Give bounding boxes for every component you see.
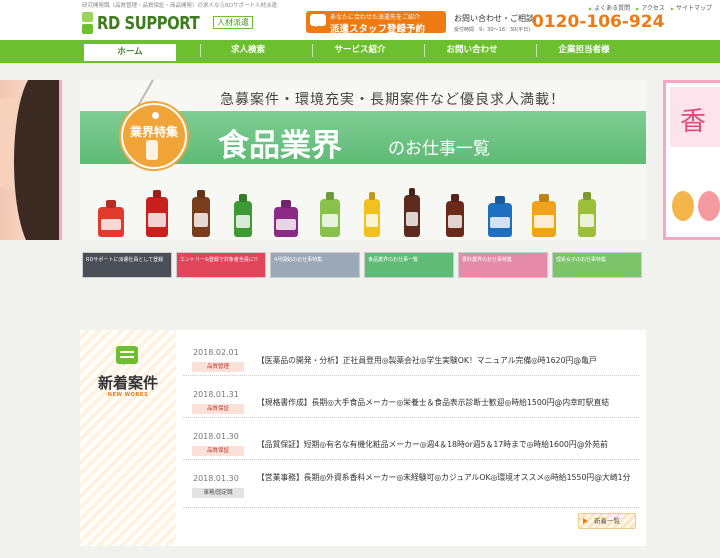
banner-text: 理系女子のお仕事特集 <box>556 257 607 263</box>
nav-home[interactable]: ホーム <box>82 42 178 61</box>
sitemap-link[interactable]: サイトマップ <box>671 3 712 12</box>
nav-divider <box>0 61 720 63</box>
job-category-badge: 事務/固定職 <box>192 488 244 498</box>
registration-label: 派遣スタッフ登録予約 <box>330 24 426 35</box>
bottle-icon <box>146 140 158 160</box>
new-works-title: 新着案件 <box>97 374 158 392</box>
site-logo[interactable]: RD SUPPORT <box>82 11 222 35</box>
more-news-button[interactable]: 新着一覧 <box>578 513 636 529</box>
nav-job-search[interactable]: 求人検索 <box>200 40 296 61</box>
hero-subtitle: のお仕事一覧 <box>388 139 490 159</box>
chat-bubble-icon <box>310 14 326 27</box>
logo-badge: 人材派遣 <box>213 16 253 29</box>
bottle-icon <box>404 195 420 237</box>
job-title[interactable]: 【規格書作成】長期◎大手食品メーカー◎栄養士＆食品表示診断士歓迎◎時給1500円… <box>257 396 637 410</box>
banner-fragrance-industry[interactable]: 香料業界のお仕事特集 <box>458 252 548 278</box>
speech-bubble-icon <box>116 346 138 365</box>
job-date: 2018.01.30 <box>193 432 239 441</box>
utility-links: よくある質問 アクセス サイトマップ <box>589 3 712 12</box>
job-listing[interactable]: 2018.01.30 品質保証 【品質保証】短期◎有名な有機化粧品メーカー◎週4… <box>183 418 639 460</box>
phone-number[interactable]: 0120-106-924 <box>532 12 664 32</box>
job-category-badge: 品質保証 <box>192 404 244 414</box>
bottle-icon <box>532 201 556 237</box>
job-category-badge: 品質管理 <box>192 362 244 372</box>
banner-registration[interactable]: RDサポートに派遣社員として登録 <box>82 252 172 278</box>
faq-link[interactable]: よくある質問 <box>589 3 630 12</box>
contact-hours: 受付時間 9：30〜18：30(平日) <box>454 27 531 33</box>
new-works-section: 新着案件 NEW WORKS 2018.02.01 品質管理 【医薬品の開発・分… <box>80 330 646 546</box>
job-category-badge: 品質保証 <box>192 446 244 456</box>
banner-text: 食品業界のお仕事一覧 <box>368 257 419 263</box>
hero-headline: 急募案件・環境充実・長期案件など優良求人満載！ <box>220 92 565 108</box>
drink-can-icon <box>672 191 694 221</box>
hero-title: 食品業界 <box>218 128 342 164</box>
banner-entry-campaign[interactable]: エントリー&登録で対象者全員に!! <box>176 252 266 278</box>
job-listing[interactable]: 2018.02.01 品質管理 【医薬品の開発・分析】正社員登用◎製薬会社◎学生… <box>183 334 639 376</box>
bottle-icon <box>578 199 596 237</box>
nav-corporate[interactable]: 企業担当者様 <box>536 40 632 61</box>
banner-text: エントリー&登録で対象者全員に!! <box>180 257 258 263</box>
staff-registration-button[interactable]: あなたに合わせた派遣先をご紹介 派遣スタッフ登録予約 <box>306 11 446 35</box>
banner-text: 香料業界のお仕事特集 <box>462 257 513 263</box>
banner-text: 4月開始のお仕事特集 <box>274 257 323 263</box>
banner-food-industry[interactable]: 食品業界のお仕事一覧 <box>364 252 454 278</box>
job-date: 2018.01.30 <box>193 474 239 483</box>
job-title[interactable]: 【品質保証】短期◎有名な有機化粧品メーカー◎週4＆18時or週5＆17時まで◎時… <box>257 438 637 452</box>
feature-tag-label: 業界特集 <box>129 125 178 139</box>
site-tagline: 研究開発職（品質管理・品質保証・商品開発）の求人ならRDサポート人材派遣 <box>82 3 278 9</box>
bottle-icon <box>364 199 380 237</box>
job-title[interactable]: 【医薬品の開発・分析】正社員登用◎製薬会社◎学生実験OK！マニュアル完備◎時16… <box>257 354 637 368</box>
bottle-icon <box>488 203 512 237</box>
tag-hole <box>152 112 159 119</box>
job-title[interactable]: 【営業事務】長期◎外資系香料メーカー◎未経験可◎カジュアルOK◎環境オススメ◎時… <box>257 471 637 485</box>
new-works-subtitle: NEW WORKS <box>107 392 149 398</box>
new-works-heading-panel: 新着案件 NEW WORKS <box>80 330 176 546</box>
logo-text: RD SUPPORT <box>97 12 200 34</box>
prev-slide[interactable] <box>0 80 62 240</box>
bottle-icon <box>98 207 124 237</box>
contact-info: お問い合わせ・ご相談 受付時間 9：30〜18：30(平日) <box>454 13 534 33</box>
bottle-icon <box>446 201 464 237</box>
model-hair <box>14 80 59 240</box>
nav-contact[interactable]: お問い合わせ <box>424 40 520 61</box>
bottle-icon <box>274 207 298 237</box>
bottle-icon <box>146 197 168 237</box>
product-illustrations <box>94 185 634 237</box>
bottle-icon <box>192 197 210 237</box>
banner-april-jobs[interactable]: 4月開始のお仕事特集 <box>270 252 360 278</box>
bottle-icon <box>320 199 340 237</box>
main-nav: ホーム 求人検索 サービス紹介 お問い合わせ 企業担当者様 <box>0 40 720 61</box>
feature-tag: 業界特集 <box>121 103 187 169</box>
nav-services[interactable]: サービス紹介 <box>312 40 408 61</box>
job-listing[interactable]: 2018.01.31 品質保証 【規格書作成】長期◎大手食品メーカー◎栄養士＆食… <box>183 376 639 418</box>
drink-can-icon <box>698 191 720 221</box>
banner-science-women[interactable]: 理系女子のお仕事特集 <box>552 252 642 278</box>
contact-label: お問い合わせ・ご相談 <box>454 14 534 23</box>
next-slide-title: 香 <box>680 107 707 137</box>
access-link[interactable]: アクセス <box>636 3 665 12</box>
job-listing[interactable]: 2018.01.30 事務/固定職 【営業事務】長期◎外資系香料メーカー◎未経験… <box>183 460 639 508</box>
bottle-icon <box>234 201 252 237</box>
next-slide[interactable]: 香 <box>663 80 720 240</box>
hero-slide[interactable]: 急募案件・環境充実・長期案件など優良求人満載！ 食品業界 のお仕事一覧 業界特集 <box>80 79 646 240</box>
job-date: 2018.02.01 <box>193 348 239 357</box>
banner-text: RDサポートに派遣社員として登録 <box>86 257 164 263</box>
registration-caption: あなたに合わせた派遣先をご紹介 <box>330 14 421 21</box>
logo-mark-icon <box>82 12 93 34</box>
job-date: 2018.01.31 <box>193 390 239 399</box>
site-header: 研究開発職（品質管理・品質保証・商品開発）の求人ならRDサポート人材派遣 RD … <box>0 0 720 40</box>
